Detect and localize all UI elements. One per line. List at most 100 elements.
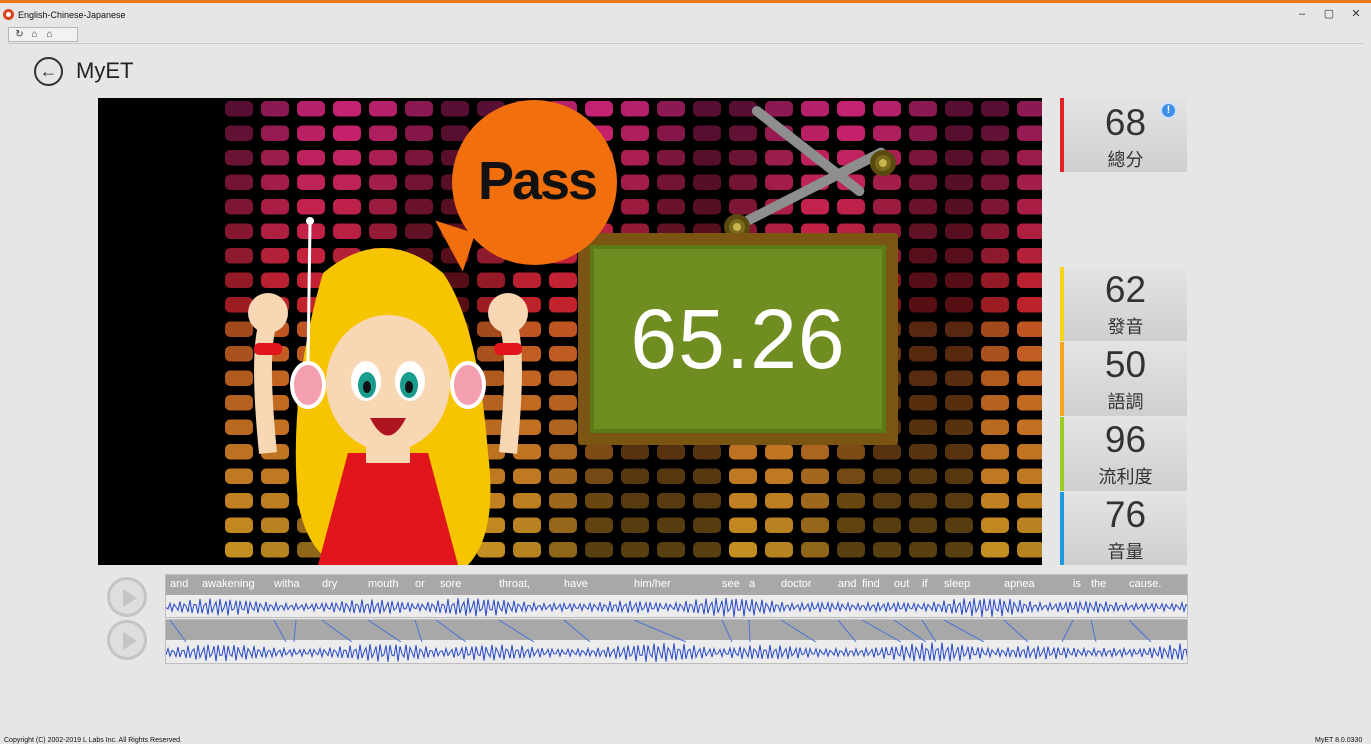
equalizer-cell xyxy=(981,125,1009,141)
equalizer-cell xyxy=(225,125,253,141)
transcript-word[interactable]: see xyxy=(722,578,740,590)
equalizer-cell xyxy=(621,150,649,166)
alignment-line xyxy=(563,620,591,642)
alignment-line xyxy=(321,620,353,642)
equalizer-cell xyxy=(261,150,289,166)
equalizer-cell xyxy=(693,468,721,484)
equalizer-cell xyxy=(945,346,973,362)
transcript-word[interactable]: have xyxy=(564,578,588,590)
pronunciation-score-tile[interactable]: 62 發音 xyxy=(1060,267,1187,341)
equalizer-cell xyxy=(801,125,829,141)
home-icon[interactable]: ⌂ xyxy=(28,29,41,41)
equalizer-cell xyxy=(981,297,1009,313)
volume-score-tile[interactable]: 76 音量 xyxy=(1060,492,1187,565)
close-button[interactable]: ✕ xyxy=(1344,6,1368,22)
equalizer-cell xyxy=(909,542,937,558)
transcript-word[interactable]: is xyxy=(1073,578,1081,590)
transcript-word[interactable]: out xyxy=(894,578,909,590)
transcript-word[interactable]: dry xyxy=(322,578,337,590)
play-model-audio-button[interactable] xyxy=(107,577,147,617)
user-waveform[interactable] xyxy=(165,619,1188,664)
alignment-line xyxy=(273,620,287,642)
transcript-word[interactable]: sleep xyxy=(944,578,970,590)
equalizer-cell xyxy=(657,174,685,190)
maximize-button[interactable]: ▢ xyxy=(1317,6,1341,22)
alignment-line xyxy=(367,620,402,642)
equalizer-cell xyxy=(765,444,793,460)
back-button[interactable]: ← xyxy=(34,57,63,86)
equalizer-cell xyxy=(693,199,721,215)
alignment-line xyxy=(414,620,423,642)
equalizer-cell xyxy=(585,444,613,460)
equalizer-cell xyxy=(945,395,973,411)
transcript-word[interactable]: apnea xyxy=(1004,578,1035,590)
page-title: MyET xyxy=(76,58,134,83)
equalizer-cell xyxy=(333,125,361,141)
minimize-button[interactable]: – xyxy=(1290,6,1314,22)
equalizer-cell xyxy=(333,101,361,117)
transcript-word[interactable]: mouth xyxy=(368,578,399,590)
transcript-word[interactable]: if xyxy=(922,578,928,590)
equalizer-cell xyxy=(1017,395,1042,411)
transcript-word[interactable]: cause. xyxy=(1129,578,1161,590)
equalizer-cell xyxy=(945,199,973,215)
transcript-word[interactable]: him/her xyxy=(634,578,671,590)
equalizer-cell xyxy=(909,468,937,484)
equalizer-cell xyxy=(909,248,937,264)
equalizer-cell xyxy=(909,223,937,239)
equalizer-cell xyxy=(873,517,901,533)
equalizer-cell xyxy=(369,101,397,117)
equalizer-cell xyxy=(981,174,1009,190)
transcript-word[interactable]: sore xyxy=(440,578,461,590)
equalizer-cell xyxy=(225,174,253,190)
equalizer-cell xyxy=(909,346,937,362)
equalizer-cell xyxy=(225,101,253,117)
fluency-score-tile[interactable]: 96 流利度 xyxy=(1060,417,1187,491)
model-waveform[interactable]: and awakening witha dry mouth or sore th… xyxy=(165,574,1188,618)
equalizer-cell xyxy=(549,468,577,484)
equalizer-cell xyxy=(621,493,649,509)
equalizer-cell xyxy=(1017,223,1042,239)
equalizer-cell xyxy=(945,468,973,484)
equalizer-cell xyxy=(693,493,721,509)
transcript-word[interactable]: the xyxy=(1091,578,1106,590)
reload-icon[interactable]: ↻ xyxy=(13,29,26,41)
model-waveform-trace xyxy=(166,597,1187,617)
equalizer-cell xyxy=(369,150,397,166)
equalizer-cell xyxy=(981,468,1009,484)
equalizer-cell xyxy=(909,174,937,190)
transcript-word[interactable]: or xyxy=(415,578,425,590)
equalizer-cell xyxy=(693,517,721,533)
equalizer-cell xyxy=(909,101,937,117)
equalizer-cell xyxy=(765,493,793,509)
home-outline-icon[interactable]: ⌂ xyxy=(43,29,56,41)
fluency-score-value: 96 xyxy=(1104,419,1147,460)
title-bar: English-Chinese-Japanese – ▢ ✕ xyxy=(0,8,1371,26)
equalizer-cell xyxy=(693,125,721,141)
equalizer-cell xyxy=(549,346,577,362)
equalizer-cell xyxy=(945,297,973,313)
transcript-word[interactable]: find xyxy=(862,578,880,590)
transcript-word[interactable]: awakening xyxy=(202,578,255,590)
equalizer-cell xyxy=(1017,297,1042,313)
transcript-word[interactable]: throat, xyxy=(499,578,530,590)
equalizer-cell xyxy=(333,174,361,190)
equalizer-cell xyxy=(549,395,577,411)
transcript-word[interactable]: and xyxy=(170,578,188,590)
equalizer-cell xyxy=(837,101,865,117)
alignment-line xyxy=(1090,620,1097,642)
play-user-audio-button[interactable] xyxy=(107,620,147,660)
equalizer-cell xyxy=(981,346,1009,362)
transcript-word[interactable]: and xyxy=(838,578,856,590)
transcript-word[interactable]: witha xyxy=(274,578,300,590)
equalizer-cell xyxy=(909,321,937,337)
transcript-word[interactable]: a xyxy=(749,578,755,590)
equalizer-cell xyxy=(657,493,685,509)
equalizer-cell xyxy=(621,199,649,215)
equalizer-cell xyxy=(1017,125,1042,141)
info-icon[interactable]: ! xyxy=(1160,102,1177,119)
equalizer-cell xyxy=(981,419,1009,435)
intonation-score-tile[interactable]: 50 語調 xyxy=(1060,342,1187,416)
transcript-word[interactable]: doctor xyxy=(781,578,812,590)
equalizer-cell xyxy=(585,101,613,117)
